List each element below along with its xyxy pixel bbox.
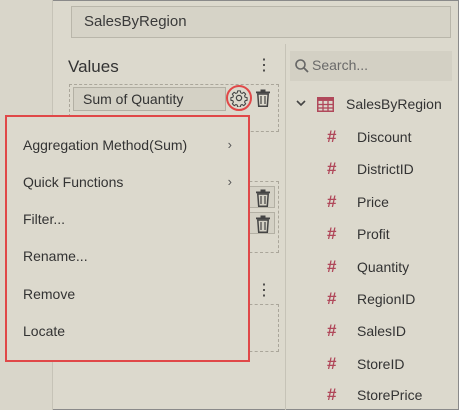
menu-item-aggregation-method[interactable]: Aggregation Method(Sum) ›	[23, 132, 238, 158]
field-item[interactable]: # Discount	[327, 126, 411, 148]
field-name: SalesID	[357, 323, 407, 339]
values-more-icon[interactable]: ⋮	[256, 58, 272, 74]
numeric-field-icon: #	[327, 354, 337, 373]
field-name: StoreID	[357, 356, 405, 372]
value-chip-sum-of-quantity[interactable]: Sum of Quantity	[73, 87, 226, 111]
tree-root-salesbyregion[interactable]: SalesByRegion	[295, 93, 442, 115]
search-icon	[295, 59, 309, 73]
numeric-field-icon: #	[327, 289, 337, 308]
values-title: Values	[68, 57, 119, 76]
field-item[interactable]: # Price	[327, 191, 389, 213]
menu-item-label: Aggregation Method(Sum)	[23, 137, 188, 153]
numeric-field-icon: #	[327, 127, 337, 146]
field-name: Discount	[357, 129, 412, 145]
field-name: Profit	[357, 226, 390, 242]
search-placeholder: Search...	[312, 57, 369, 73]
numeric-field-icon: #	[327, 224, 337, 243]
field-name: DistrictID	[357, 161, 414, 177]
field-item[interactable]: # RegionID	[327, 288, 415, 310]
table-icon	[317, 96, 334, 112]
trash-icon[interactable]	[255, 89, 271, 107]
menu-item-locate[interactable]: Locate	[23, 318, 238, 344]
field-name: Quantity	[357, 259, 410, 275]
menu-item-label: Quick Functions	[23, 174, 124, 190]
panel-divider	[285, 44, 286, 410]
context-menu: Aggregation Method(Sum) › Quick Function…	[5, 115, 250, 362]
tree-root-label: SalesByRegion	[346, 96, 442, 112]
section-more-icon[interactable]: ⋮	[256, 283, 272, 299]
field-item[interactable]: # StoreID	[327, 353, 404, 375]
menu-item-label: Rename...	[23, 248, 88, 264]
field-item[interactable]: # Profit	[327, 223, 390, 245]
gear-icon	[230, 90, 248, 107]
numeric-field-icon: #	[327, 159, 337, 178]
trash-icon[interactable]	[255, 215, 271, 233]
numeric-field-icon: #	[327, 321, 337, 340]
field-name: RegionID	[357, 291, 416, 307]
field-item[interactable]: # DistrictID	[327, 158, 414, 180]
menu-item-quick-functions[interactable]: Quick Functions ›	[23, 169, 238, 195]
field-item[interactable]: # StorePrice	[327, 384, 422, 406]
menu-item-label: Locate	[23, 323, 66, 339]
numeric-field-icon: #	[327, 257, 337, 276]
trash-icon[interactable]	[255, 189, 271, 207]
menu-item-label: Filter...	[23, 211, 66, 227]
menu-item-remove[interactable]: Remove	[23, 281, 238, 307]
field-name: Price	[357, 194, 389, 210]
menu-item-label: Remove	[23, 286, 76, 302]
chip-settings-button[interactable]	[226, 85, 252, 111]
numeric-field-icon: #	[327, 192, 337, 211]
field-item[interactable]: # Quantity	[327, 256, 409, 278]
field-item[interactable]: # SalesID	[327, 320, 406, 342]
chevron-down-icon[interactable]	[295, 97, 309, 112]
search-box[interactable]: Search...	[290, 51, 452, 81]
numeric-field-icon: #	[327, 385, 337, 404]
dataset-title-field[interactable]: SalesByRegion	[71, 6, 451, 38]
menu-item-rename[interactable]: Rename...	[23, 243, 238, 269]
chevron-right-icon: ›	[227, 137, 232, 152]
field-name: StorePrice	[357, 387, 423, 403]
menu-item-filter[interactable]: Filter...	[23, 206, 238, 232]
chevron-right-icon: ›	[227, 174, 232, 189]
